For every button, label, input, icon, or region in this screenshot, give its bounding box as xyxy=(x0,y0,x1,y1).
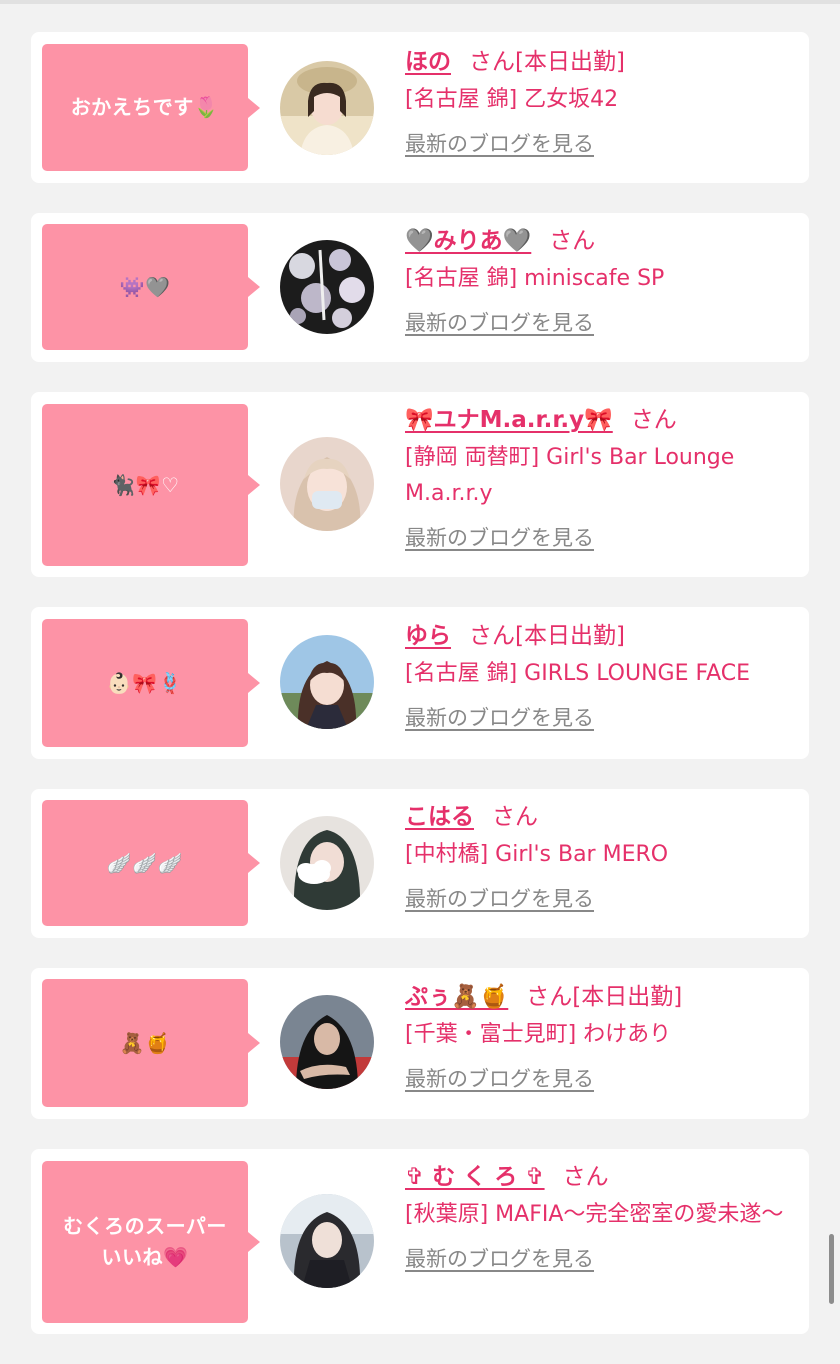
message-bubble: 👾🩶 xyxy=(42,224,260,350)
message-bubble: 🐈‍⬛🎀♡ xyxy=(42,404,260,566)
attendance-tag: [本日出勤] xyxy=(515,49,625,75)
name-line: 🎀ユナM.a.r.r.y🎀 さん xyxy=(405,402,795,438)
name-line: 🩶みりあ🩶 さん xyxy=(405,223,795,259)
latest-blog-link[interactable]: 最新のブログを見る xyxy=(405,1243,594,1273)
list-item: おかえちです🌷 ほの さん[本日出勤] [名古屋 錦] 乙女坂42 最新のブログを… xyxy=(31,32,809,183)
shop-name: [秋葉原] MAFIA～完全密室の愛未遂～ xyxy=(405,1202,784,1227)
attendance-tag: [本日出勤] xyxy=(515,623,625,649)
honorific: さん xyxy=(630,407,677,433)
latest-blog-link[interactable]: 最新のブログを見る xyxy=(405,1063,594,1093)
shop-name: [千葉・富士見町] わけあり xyxy=(405,1022,672,1047)
latest-blog-link[interactable]: 最新のブログを見る xyxy=(405,522,594,552)
list-item: 👾🩶 🩶みりあ🩶 さん [名古屋 錦] miniscafe SP 最新のブログを見… xyxy=(31,213,809,362)
message-bubble: 🧸🍯 xyxy=(42,979,260,1107)
girls-list: おかえちです🌷 ほの さん[本日出勤] [名古屋 錦] 乙女坂42 最新のブログを… xyxy=(31,32,809,1364)
honorific: さん xyxy=(549,228,596,254)
avatar[interactable] xyxy=(280,1194,374,1288)
avatar[interactable] xyxy=(280,240,374,334)
latest-blog-link[interactable]: 最新のブログを見る xyxy=(405,128,594,158)
honorific: さん xyxy=(492,804,538,830)
list-item: むくろのスーパー いいね💗 ✞ む く ろ ✞ さん [秋葉原] MAFIA～完全… xyxy=(31,1149,809,1334)
girl-name-link[interactable]: 🩶みりあ🩶 xyxy=(405,228,531,254)
message-bubble: 👶🏻🎀🪢 xyxy=(42,619,260,747)
list-item: 🪽🪽🪽 こはる さん [中村橋] Girl's Bar MERO 最新のブログを見… xyxy=(31,789,809,938)
shop-name: [名古屋 錦] GIRLS LOUNGE FACE xyxy=(405,661,751,686)
scrollbar[interactable] xyxy=(829,1234,834,1304)
honorific: さん xyxy=(526,984,573,1010)
shop-name: [静岡 両替町] Girl's Bar Lounge M.a.r.r.y xyxy=(405,445,735,506)
honorific: さん xyxy=(469,49,515,75)
message-bubble: 🪽🪽🪽 xyxy=(42,800,260,926)
avatar[interactable] xyxy=(280,816,374,910)
name-line: こはる さん xyxy=(405,799,795,835)
list-item: 👶🏻🎀🪢 ゆら さん[本日出勤] [名古屋 錦] GIRLS LOUNGE FAC… xyxy=(31,607,809,759)
shop-name: [中村橋] Girl's Bar MERO xyxy=(405,842,669,867)
list-item: 🧸🍯 ぷぅ🧸🍯 さん[本日出勤] [千葉・富士見町] わけあり 最新のブログを見る xyxy=(31,968,809,1119)
latest-blog-link[interactable]: 最新のブログを見る xyxy=(405,307,594,337)
honorific: さん xyxy=(562,1164,609,1190)
message-bubble: おかえちです🌷 xyxy=(42,44,260,171)
profile-info: ✞ む く ろ ✞ さん [秋葉原] MAFIA～完全密室の愛未遂～ 最新のブログ… xyxy=(405,1159,795,1273)
shop-name: [名古屋 錦] miniscafe SP xyxy=(405,266,665,291)
girl-name-link[interactable]: ぷぅ🧸🍯 xyxy=(405,984,508,1010)
girl-name-link[interactable]: ほの xyxy=(405,49,451,75)
profile-info: ゆら さん[本日出勤] [名古屋 錦] GIRLS LOUNGE FACE 最新の… xyxy=(405,618,795,732)
avatar[interactable] xyxy=(280,635,374,729)
latest-blog-link[interactable]: 最新のブログを見る xyxy=(405,883,594,913)
name-line: ぷぅ🧸🍯 さん[本日出勤] xyxy=(405,979,795,1015)
profile-info: ほの さん[本日出勤] [名古屋 錦] 乙女坂42 最新のブログを見る xyxy=(405,44,795,158)
profile-info: ぷぅ🧸🍯 さん[本日出勤] [千葉・富士見町] わけあり 最新のブログを見る xyxy=(405,979,795,1093)
avatar[interactable] xyxy=(280,61,374,155)
girl-name-link[interactable]: こはる xyxy=(405,804,474,830)
message-text: 🐈‍⬛🎀♡ xyxy=(110,472,180,497)
profile-info: 🎀ユナM.a.r.r.y🎀 さん [静岡 両替町] Girl's Bar Loun… xyxy=(405,402,795,552)
message-text: おかえちです🌷 xyxy=(70,95,220,119)
latest-blog-link[interactable]: 最新のブログを見る xyxy=(405,702,594,732)
message-text: 👾🩶 xyxy=(119,274,171,299)
message-bubble: むくろのスーパー いいね💗 xyxy=(42,1161,260,1323)
name-line: ✞ む く ろ ✞ さん xyxy=(405,1159,795,1195)
message-text: 🪽🪽🪽 xyxy=(106,850,184,875)
avatar[interactable] xyxy=(280,995,374,1089)
profile-info: 🩶みりあ🩶 さん [名古屋 錦] miniscafe SP 最新のブログを見る xyxy=(405,223,795,337)
shop-name: [名古屋 錦] 乙女坂42 xyxy=(405,87,619,112)
message-text: 👶🏻🎀🪢 xyxy=(106,670,184,695)
attendance-tag: [本日出勤] xyxy=(572,984,683,1010)
avatar[interactable] xyxy=(280,437,374,531)
honorific: さん xyxy=(469,623,515,649)
girl-name-link[interactable]: 🎀ユナM.a.r.r.y🎀 xyxy=(405,407,613,433)
name-line: ゆら さん[本日出勤] xyxy=(405,618,795,654)
girl-name-link[interactable]: ✞ む く ろ ✞ xyxy=(405,1164,545,1190)
top-divider xyxy=(0,0,840,4)
profile-info: こはる さん [中村橋] Girl's Bar MERO 最新のブログを見る xyxy=(405,799,795,913)
list-item: 🐈‍⬛🎀♡ 🎀ユナM.a.r.r.y🎀 さん [静岡 両替町] Girl's Ba… xyxy=(31,392,809,577)
message-text: むくろのスーパー いいね💗 xyxy=(63,1214,227,1269)
message-text: 🧸🍯 xyxy=(119,1030,171,1055)
girl-name-link[interactable]: ゆら xyxy=(405,623,451,649)
name-line: ほの さん[本日出勤] xyxy=(405,44,795,80)
